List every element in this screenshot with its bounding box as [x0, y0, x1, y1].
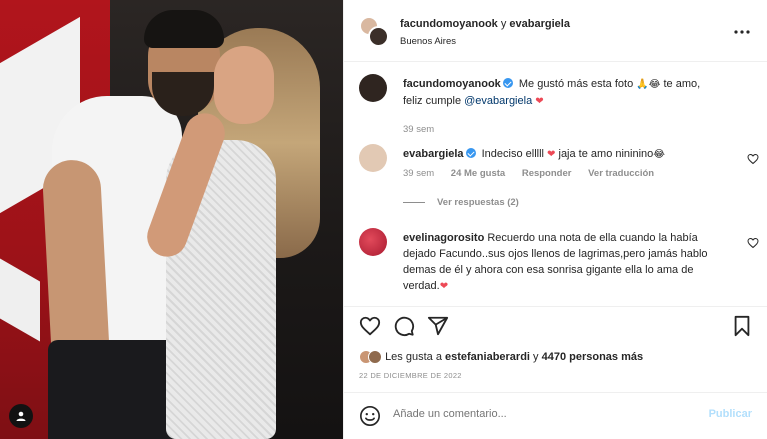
share-button[interactable] — [426, 314, 450, 338]
more-horizontal-icon — [734, 30, 750, 34]
comment-meta: 39 sem 24 Me gusta Responder Ver traducc… — [403, 168, 668, 179]
photo-backdrop-shape — [0, 258, 40, 342]
comment-button[interactable] — [392, 314, 416, 338]
caption-text: facundomoyanook Me gustó más esta foto 🙏… — [403, 76, 733, 110]
avatar[interactable] — [359, 74, 387, 102]
comment-text: Indeciso elllll — [481, 148, 544, 160]
avatar[interactable] — [359, 228, 387, 256]
comment-username[interactable]: facundomoyanook — [403, 78, 501, 90]
reply-button[interactable]: Responder — [522, 168, 572, 179]
post-comment-button[interactable]: Publicar — [709, 408, 752, 420]
view-replies-label: Ver respuestas (2) — [437, 197, 519, 208]
comment-text: feliz cumple — [403, 95, 462, 107]
heart-emoji: ❤ — [547, 149, 556, 160]
verified-badge-icon — [502, 78, 513, 88]
more-options-button[interactable] — [732, 22, 752, 42]
comment-body: evabargiela Indeciso elllll ❤ jaja te am… — [403, 146, 733, 163]
post-photo[interactable] — [0, 0, 343, 439]
caption: facundomoyanook Me gustó más esta foto 🙏… — [359, 74, 759, 135]
comment-username[interactable]: evabargiela — [403, 148, 464, 160]
save-button[interactable] — [730, 314, 754, 338]
emoji: 😂 — [653, 149, 665, 160]
author-link[interactable]: evabargiela — [509, 18, 570, 30]
view-replies-button[interactable]: Ver respuestas (2) — [403, 197, 519, 208]
likes-summary[interactable]: Les gusta a estefaniaberardi y 4470 pers… — [359, 350, 643, 366]
post-details-panel: facundomoyanook y evabargiela Buenos Air… — [343, 0, 767, 439]
tagged-users-button[interactable] — [9, 404, 33, 428]
bookmark-icon — [734, 315, 750, 337]
comment-input[interactable] — [393, 408, 653, 420]
likes-connector: y — [533, 350, 539, 363]
comment-text: jaja te amo nininino — [558, 148, 654, 160]
post-date[interactable]: 22 DE DICIEMBRE DE 2022 — [359, 371, 462, 380]
verified-badge-icon — [465, 148, 476, 158]
comment-like-heart-icon[interactable] — [747, 237, 759, 249]
avatar[interactable] — [359, 144, 387, 172]
comment-body: evelinagorosito Recuerdo una nota de ell… — [403, 230, 733, 295]
post-actions — [344, 308, 767, 344]
likes-count[interactable]: 4470 personas más — [542, 351, 644, 363]
replies-line — [403, 201, 425, 203]
photo-man-hair — [144, 10, 224, 48]
emoji-icon[interactable] — [359, 405, 381, 427]
comment-username[interactable]: evelinagorosito — [403, 232, 484, 244]
mention-link[interactable]: @evabargiela — [464, 95, 532, 107]
post-header: facundomoyanook y evabargiela Buenos Air… — [344, 0, 767, 62]
comment-text: te amo, — [663, 78, 701, 90]
divider — [344, 306, 767, 307]
author-link[interactable]: facundomoyanook — [400, 18, 498, 30]
liker-username[interactable]: estefaniaberardi — [445, 351, 530, 363]
comments-list: facundomoyanook Me gustó más esta foto 🙏… — [344, 62, 767, 302]
post-authors: facundomoyanook y evabargiela — [400, 18, 570, 30]
comment-time[interactable]: 39 sem — [403, 124, 434, 135]
comment-text: Me gustó más esta foto — [518, 78, 634, 90]
heart-emoji: ❤ — [439, 281, 449, 292]
comment-item: evelinagorosito Recuerdo una nota de ell… — [359, 228, 759, 298]
author-connector: y — [500, 18, 507, 30]
add-comment-bar: Publicar — [344, 392, 767, 439]
comment-time[interactable]: 39 sem — [403, 168, 434, 179]
comment-meta: 39 sem — [403, 124, 448, 135]
heart-icon — [359, 316, 381, 336]
emoji: 🙏😂 — [636, 79, 661, 90]
user-icon — [16, 411, 26, 421]
send-icon — [427, 316, 449, 336]
comment-item: evabargiela Indeciso elllll ❤ jaja te am… — [359, 144, 759, 214]
comment-likes-count[interactable]: 24 Me gusta — [451, 168, 505, 179]
avatar[interactable] — [368, 26, 389, 47]
comment-icon — [394, 316, 415, 337]
avatar — [368, 350, 382, 364]
likes-prefix: Les gusta a — [385, 350, 442, 363]
translate-button[interactable]: Ver traducción — [588, 168, 654, 179]
collab-avatars[interactable] — [359, 16, 389, 47]
like-button[interactable] — [358, 314, 382, 338]
photo-woman-face — [214, 46, 274, 124]
heart-emoji: ❤ — [535, 96, 544, 107]
comment-like-heart-icon[interactable] — [747, 153, 759, 165]
location-link[interactable]: Buenos Aires — [400, 36, 456, 47]
